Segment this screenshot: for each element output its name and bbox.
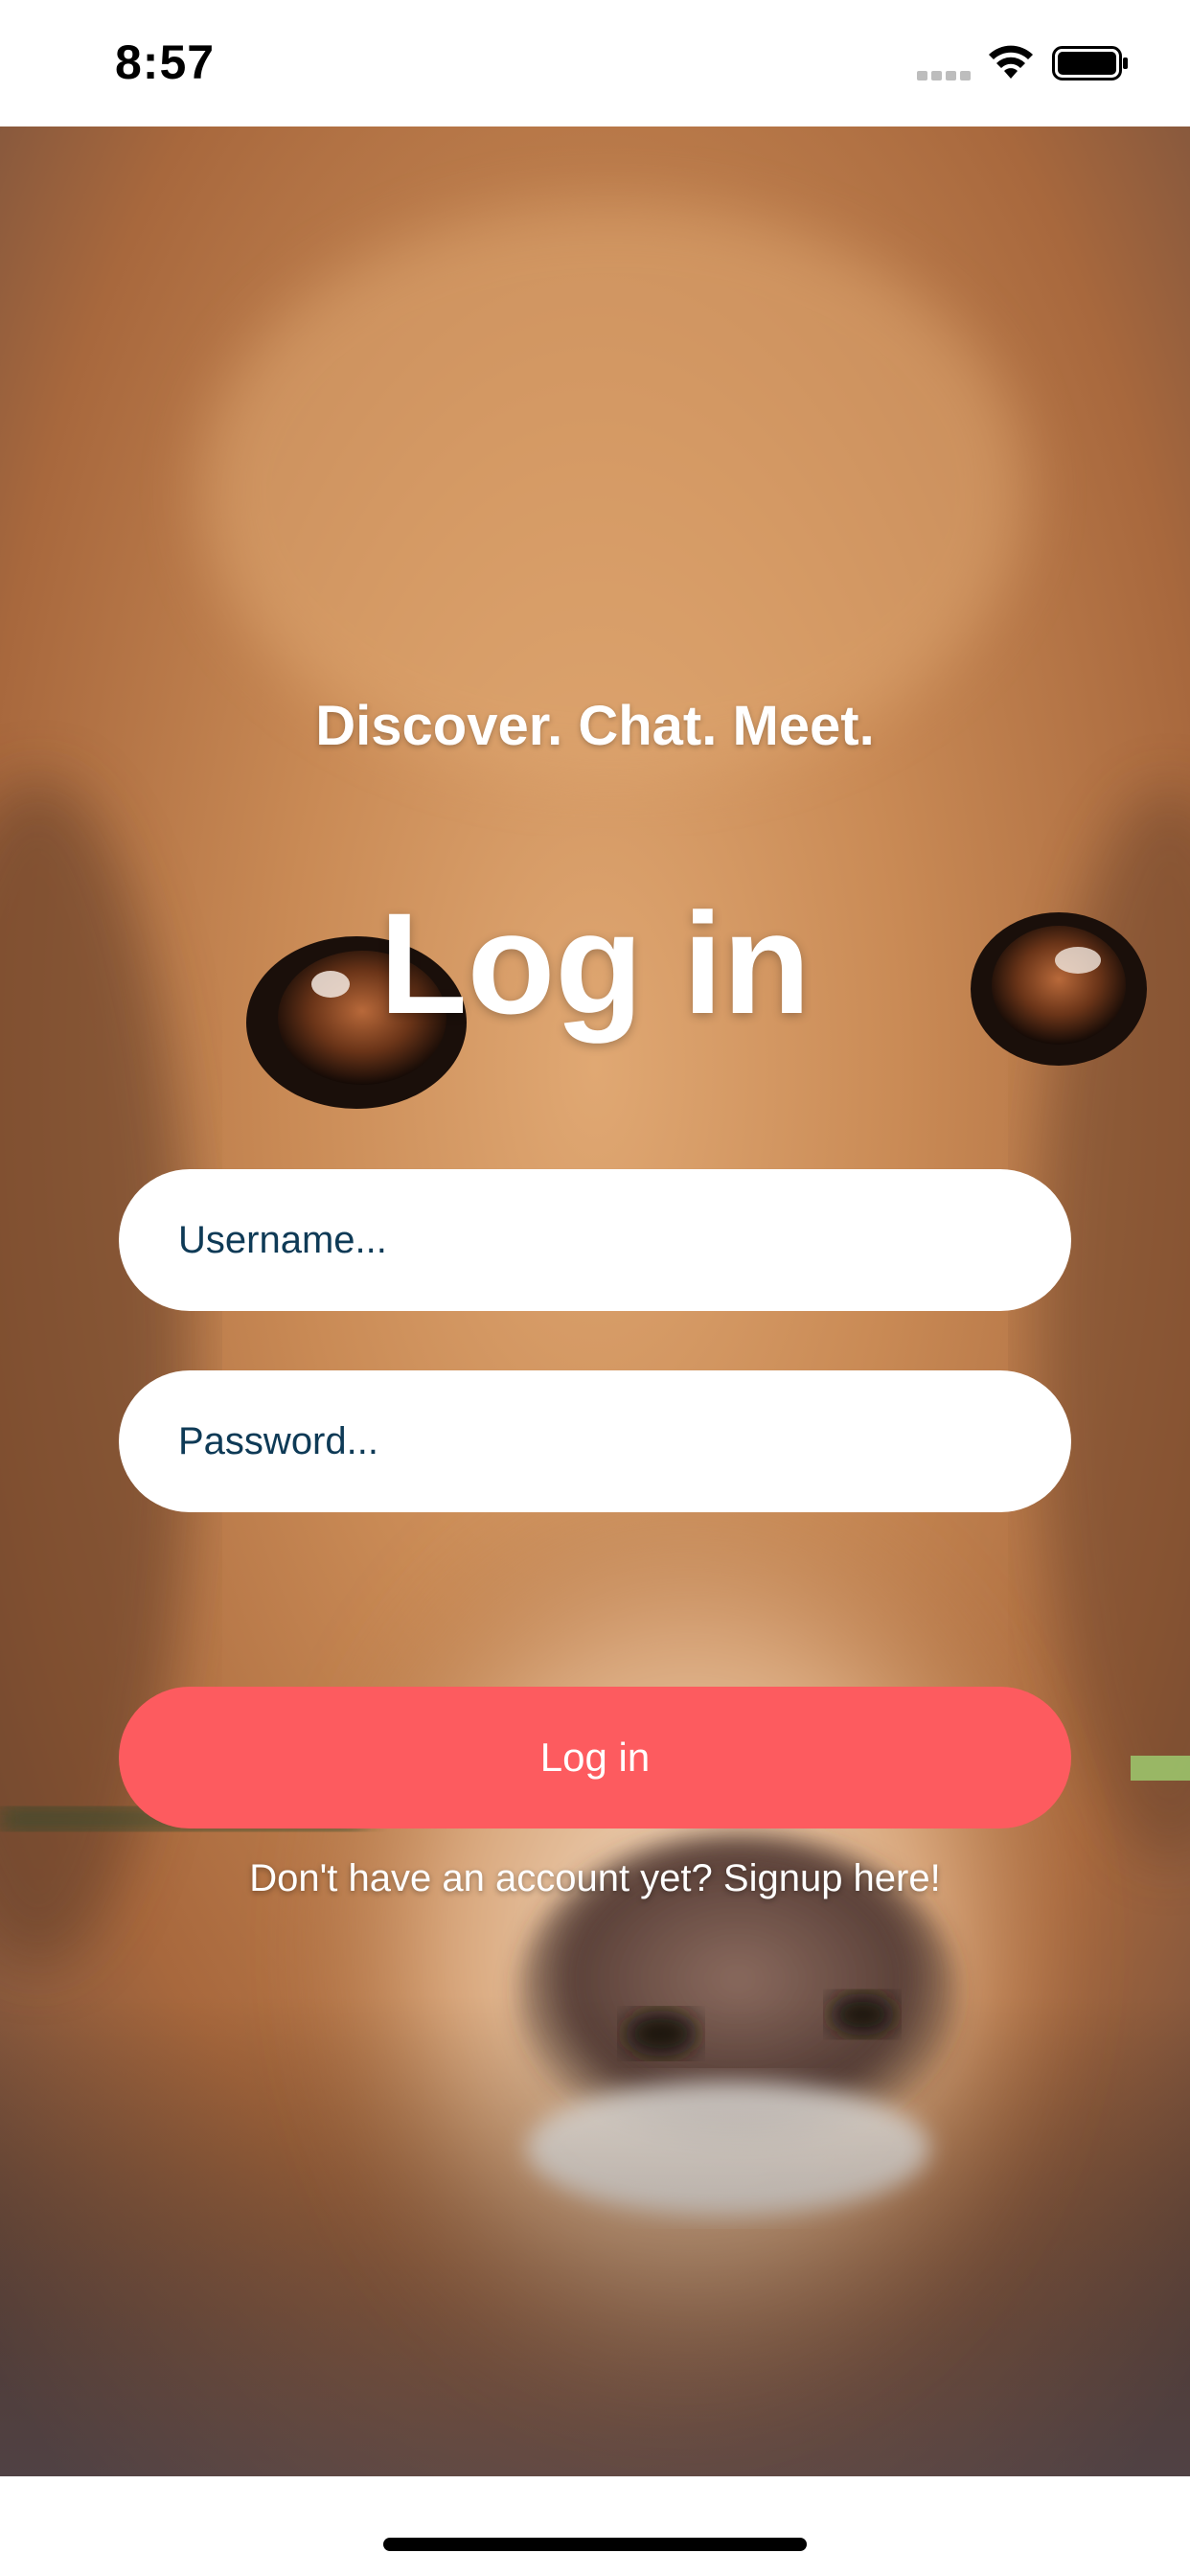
wifi-icon: [989, 45, 1033, 79]
login-button[interactable]: Log in: [119, 1687, 1071, 1828]
password-input[interactable]: [119, 1370, 1071, 1512]
username-input[interactable]: [119, 1169, 1071, 1311]
tagline: Discover. Chat. Meet.: [315, 695, 875, 757]
home-indicator-area: [0, 2476, 1190, 2576]
home-indicator[interactable]: [383, 2538, 807, 2551]
signal-icon: [917, 71, 971, 80]
status-time: 8:57: [115, 35, 216, 89]
page-title: Log in: [379, 883, 811, 1044]
signup-link[interactable]: Don't have an account yet? Signup here!: [0, 1857, 1190, 1900]
login-screen: 8:57 Discover. Chat. Meet. Log in Userna…: [0, 0, 1190, 2576]
status-bar: 8:57: [0, 0, 1190, 126]
battery-icon: [1052, 46, 1128, 80]
